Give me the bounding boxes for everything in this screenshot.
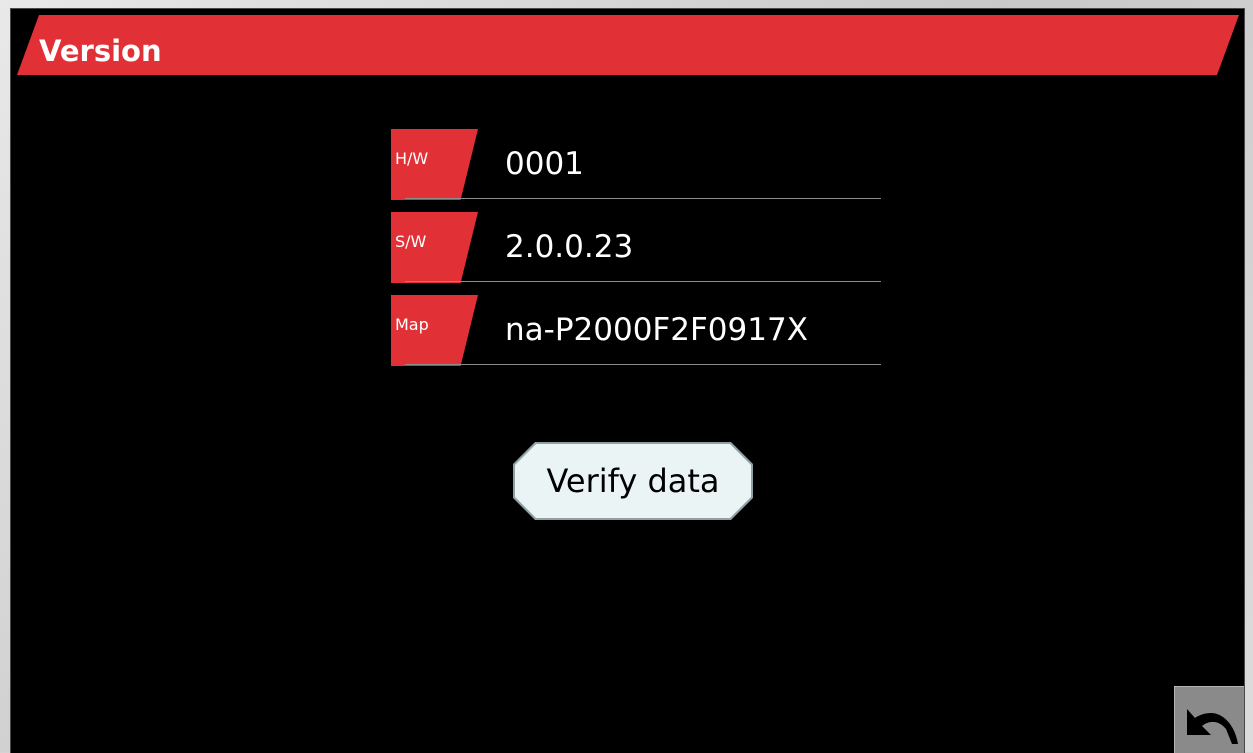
info-tag-label: Map: [395, 315, 429, 334]
divider: [405, 198, 881, 199]
divider: [405, 281, 881, 282]
verify-button-label: Verify data: [546, 462, 720, 500]
title-bar: [17, 15, 1239, 75]
device-frame: Version H/W 0001 S/W 2.0.0.23 Map na-P20…: [0, 0, 1253, 753]
page-title: Version: [39, 34, 162, 68]
back-button[interactable]: [1174, 686, 1244, 753]
return-arrow-icon: [1187, 709, 1238, 744]
info-tag-label: S/W: [395, 232, 427, 251]
info-row-hw: H/W 0001: [391, 124, 881, 200]
info-value: 2.0.0.23: [505, 229, 634, 265]
info-row-map: Map na-P2000F2F0917X: [391, 290, 881, 366]
info-row-sw: S/W 2.0.0.23: [391, 207, 881, 283]
info-value: 0001: [505, 146, 584, 182]
info-value: na-P2000F2F0917X: [505, 312, 808, 348]
divider: [405, 364, 881, 365]
info-tag-label: H/W: [395, 149, 429, 168]
version-screen: Version H/W 0001 S/W 2.0.0.23 Map na-P20…: [10, 8, 1245, 753]
verify-data-button[interactable]: Verify data: [513, 442, 753, 520]
